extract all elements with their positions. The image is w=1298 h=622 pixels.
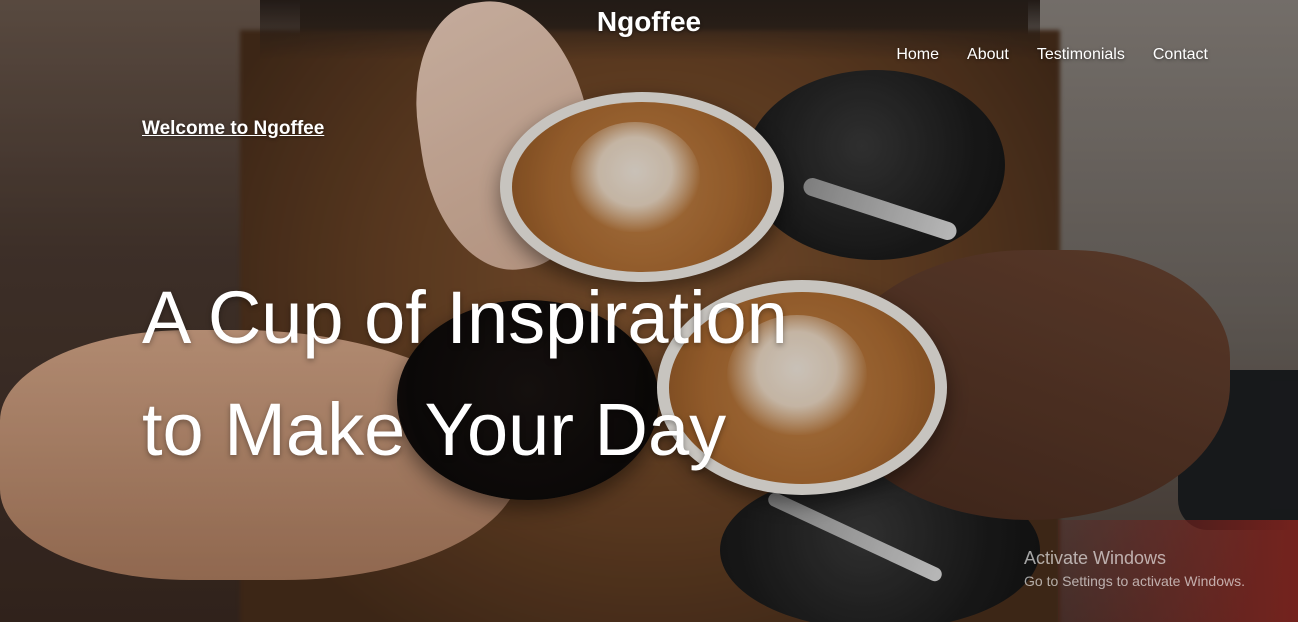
headline-line-2: to Make Your Day [142, 388, 727, 471]
nav-contact-link[interactable]: Contact [1153, 46, 1208, 64]
nav-about-link[interactable]: About [967, 46, 1009, 64]
activate-windows-watermark: Activate Windows Go to Settings to activ… [1024, 548, 1245, 589]
hero-section: Ngoffee Home About Testimonials Contact … [0, 0, 1298, 622]
headline-line-1: A Cup of Inspiration [142, 276, 788, 359]
main-nav: Home About Testimonials Contact [896, 46, 1208, 64]
hero-headline: A Cup of Inspiration to Make Your Day [142, 262, 902, 486]
watermark-subtitle: Go to Settings to activate Windows. [1024, 573, 1245, 589]
watermark-title: Activate Windows [1024, 548, 1167, 568]
nav-home-link[interactable]: Home [896, 46, 939, 64]
welcome-heading: Welcome to Ngoffee [142, 118, 325, 139]
brand-logo[interactable]: Ngoffee [0, 6, 1298, 38]
nav-testimonials-link[interactable]: Testimonials [1037, 46, 1125, 64]
